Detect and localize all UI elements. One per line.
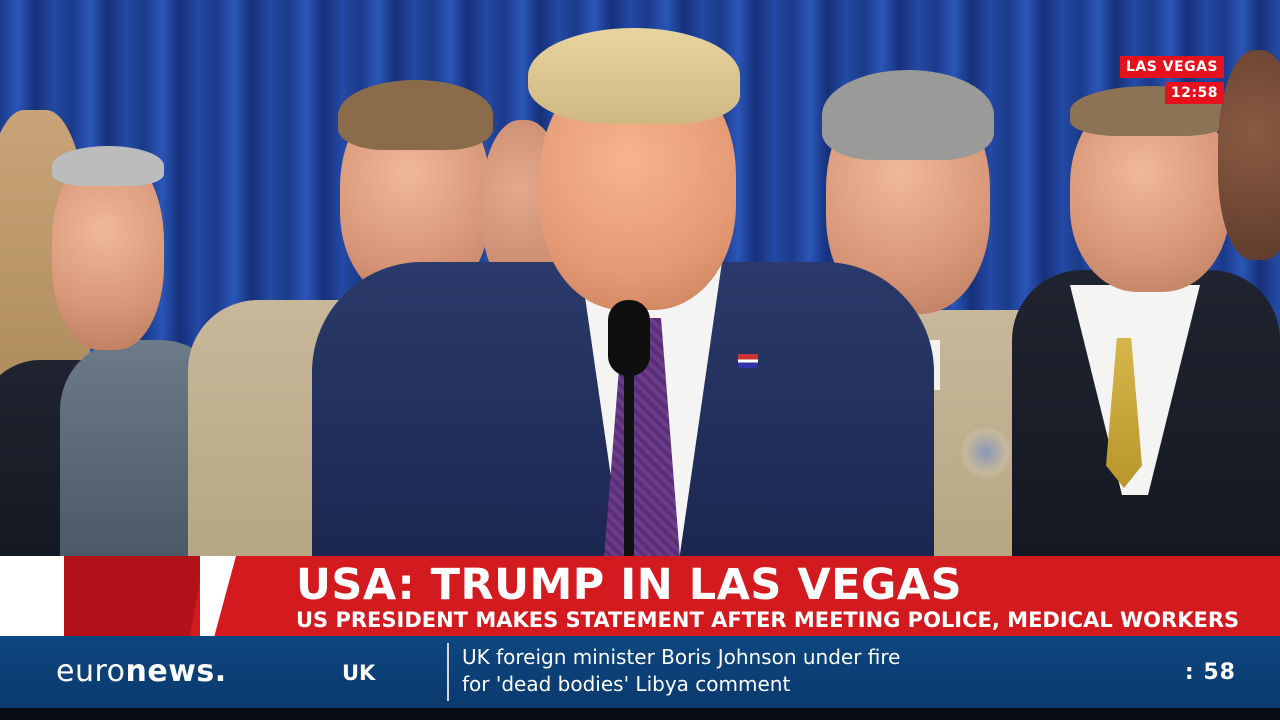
time-tag: 12:58 xyxy=(1164,82,1224,104)
ticker-line-2: for 'dead bodies' Libya comment xyxy=(462,672,791,696)
euronews-logo: euronews. xyxy=(56,652,227,692)
ticker-headline: UK foreign minister Boris Johnson under … xyxy=(462,644,1162,698)
microphone-icon xyxy=(608,300,650,376)
ticker-divider xyxy=(447,643,449,701)
logo-dot: . xyxy=(214,654,227,689)
star-badge-icon xyxy=(958,424,1014,480)
ticker-region-label: UK xyxy=(342,661,376,685)
lower-third-white-accent xyxy=(0,556,64,636)
gray-hair xyxy=(822,70,994,160)
gray-hair xyxy=(52,146,164,186)
video-frame: LAS VEGAS 12:58 USA: TRUMP IN LAS VEGAS … xyxy=(0,0,1280,720)
blonde-hair xyxy=(528,28,740,124)
ticker-line-1: UK foreign minister Boris Johnson under … xyxy=(462,645,901,669)
location-tag: LAS VEGAS xyxy=(1119,56,1224,78)
logo-euro: euro xyxy=(56,654,126,689)
ticker-countdown: : 58 xyxy=(1184,660,1236,685)
logo-news: news xyxy=(125,654,215,689)
bottom-strip xyxy=(0,708,1280,720)
headline: USA: TRUMP IN LAS VEGAS xyxy=(296,560,963,610)
face xyxy=(1218,50,1280,260)
lower-third-red-block xyxy=(64,556,204,636)
brown-hair xyxy=(338,80,493,150)
flag-pin-icon xyxy=(738,354,758,368)
subheadline: US PRESIDENT MAKES STATEMENT AFTER MEETI… xyxy=(296,608,1240,632)
